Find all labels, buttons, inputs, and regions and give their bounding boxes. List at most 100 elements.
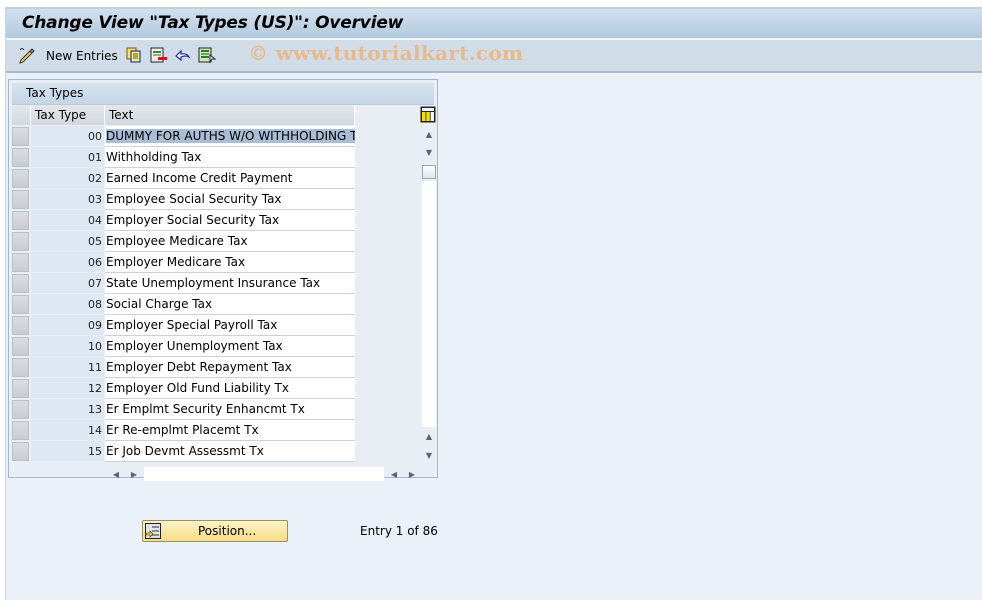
text-cell[interactable]: Earned Income Credit Payment [105,168,355,189]
column-configuration-icon [420,106,436,123]
text-cell[interactable]: Employer Social Security Tax [105,210,355,231]
text-cell[interactable]: Er Re-emplmt Placemt Tx [105,420,355,441]
text-value: Employer Medicare Tax [106,255,246,269]
table-row[interactable]: 13 Er Emplmt Security Enhancmt Tx [12,399,355,420]
row-selector[interactable] [12,127,29,146]
table-row[interactable]: 04 Employer Social Security Tax [12,210,355,231]
copy-icon [126,47,142,66]
text-cell[interactable]: Employer Unemployment Tax [105,336,355,357]
table-settings-button[interactable] [420,106,436,123]
arrow-down-icon: ▼ [425,450,433,460]
scroll-left-button[interactable]: ◀ [109,467,123,481]
scroll-up-button[interactable]: ▲ [422,127,436,141]
table-row[interactable]: 10 Employer Unemployment Tax [12,336,355,357]
new-entries-label: New Entries [46,49,118,63]
position-button-label: Position... [198,524,257,538]
table-row[interactable]: 02 Earned Income Credit Payment [12,168,355,189]
vertical-scrollbar-thumb[interactable] [422,165,436,179]
table-row[interactable]: 14 Er Re-emplmt Placemt Tx [12,420,355,441]
row-selector[interactable] [12,190,29,209]
vertical-scrollbar-track[interactable] [422,181,436,427]
text-cell[interactable]: Withholding Tax [105,147,355,168]
text-cell[interactable]: DUMMY FOR AUTHS W/O WITHHOLDING T… [105,126,355,147]
text-value: Er Re-emplmt Placemt Tx [106,423,259,437]
row-selector[interactable] [12,253,29,272]
tax-type-cell: 00 [31,126,104,147]
main-window: Change View "Tax Types (US)": Overview N… [5,7,982,600]
select-all-button[interactable] [198,47,217,65]
text-cell[interactable]: Employer Special Payroll Tax [105,315,355,336]
row-selector[interactable] [12,421,29,440]
new-entries-button[interactable]: New Entries [18,47,118,65]
text-cell[interactable]: Employer Medicare Tax [105,252,355,273]
new-entries-icon [18,46,36,67]
table-row[interactable]: 00 DUMMY FOR AUTHS W/O WITHHOLDING T… [12,126,355,147]
tax-type-cell: 10 [31,336,104,357]
table-row[interactable]: 01 Withholding Tax [12,147,355,168]
tax-type-cell: 12 [31,378,104,399]
text-cell[interactable]: Employee Medicare Tax [105,231,355,252]
arrow-down-icon: ▼ [425,147,433,157]
tax-type-cell: 05 [31,231,104,252]
table-row[interactable]: 05 Employee Medicare Tax [12,231,355,252]
row-selector[interactable] [12,337,29,356]
text-value: Social Charge Tax [106,297,213,311]
row-selector[interactable] [12,442,29,461]
table-row[interactable]: 08 Social Charge Tax [12,294,355,315]
text-value: Er Emplmt Security Enhancmt Tx [106,402,305,416]
table-row[interactable]: 11 Employer Debt Repayment Tax [12,357,355,378]
scroll-page-up-button[interactable]: ▲ [422,429,436,443]
column-header-text[interactable]: Text [105,105,355,125]
watermark: © www.tutorialkart.com [248,41,524,65]
table-row[interactable]: 12 Employer Old Fund Liability Tx [12,378,355,399]
scroll-page-down-button[interactable]: ▼ [422,448,436,462]
undo-button[interactable] [174,47,192,65]
delete-icon [150,47,168,66]
table-row[interactable]: 06 Employer Medicare Tax [12,252,355,273]
text-value: Employer Special Payroll Tax [106,318,278,332]
scroll-right-end-button[interactable]: ▶ [405,467,419,481]
horizontal-scrollbar-track[interactable] [144,467,384,481]
tax-type-cell: 08 [31,294,104,315]
copy-button[interactable] [126,47,142,65]
select-all-rows-header[interactable] [12,105,31,125]
row-selector[interactable] [12,379,29,398]
tax-type-cell: 09 [31,315,104,336]
text-cell[interactable]: Er Emplmt Security Enhancmt Tx [105,399,355,420]
row-selector[interactable] [12,358,29,377]
tax-type-cell: 11 [31,357,104,378]
text-cell[interactable]: Employer Old Fund Liability Tx [105,378,355,399]
text-value: Employer Unemployment Tax [106,339,283,353]
row-selector[interactable] [12,400,29,419]
arrow-up-icon: ▲ [425,129,433,139]
column-header-tax-type[interactable]: Tax Type [31,105,105,125]
text-value: Employer Old Fund Liability Tx [106,381,289,395]
table-row[interactable]: 09 Employer Special Payroll Tax [12,315,355,336]
row-selector[interactable] [12,295,29,314]
application-toolbar: New Entries © www.tutorialkart.com [6,39,982,73]
position-button[interactable]: Position... [142,520,288,542]
tax-type-cell: 01 [31,147,104,168]
text-value: Employer Debt Repayment Tax [106,360,292,374]
page-title: Change View "Tax Types (US)": Overview [22,13,404,33]
table-row[interactable]: 15 Er Job Devmt Assessmt Tx [12,441,355,462]
scroll-down-button[interactable]: ▼ [422,145,436,159]
row-selector[interactable] [12,211,29,230]
row-selector[interactable] [12,232,29,251]
row-selector[interactable] [12,274,29,293]
text-cell[interactable]: Employer Debt Repayment Tax [105,357,355,378]
arrow-up-icon: ▲ [425,431,433,441]
text-cell[interactable]: State Unemployment Insurance Tax [105,273,355,294]
scroll-right-button[interactable]: ▶ [127,467,141,481]
row-selector[interactable] [12,169,29,188]
text-cell[interactable]: Social Charge Tax [105,294,355,315]
delete-button[interactable] [150,47,168,65]
scroll-left-end-button[interactable]: ◀ [387,467,401,481]
text-value: Employee Social Security Tax [106,192,282,206]
row-selector[interactable] [12,148,29,167]
table-row[interactable]: 07 State Unemployment Insurance Tax [12,273,355,294]
table-row[interactable]: 03 Employee Social Security Tax [12,189,355,210]
row-selector[interactable] [12,316,29,335]
text-cell[interactable]: Employee Social Security Tax [105,189,355,210]
text-cell[interactable]: Er Job Devmt Assessmt Tx [105,441,355,462]
